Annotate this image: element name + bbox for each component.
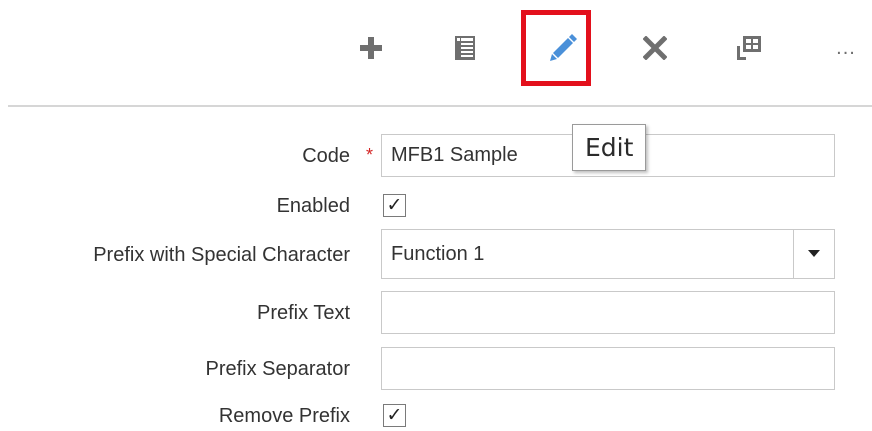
pencil-icon [550, 34, 577, 61]
prefix-separator-label: Prefix Separator [205, 358, 350, 380]
more-actions-button[interactable]: ... [816, 18, 872, 78]
ellipsis-icon: ... [836, 36, 856, 59]
enabled-checkbox[interactable]: ✓ [383, 194, 406, 217]
page: ... Code * Enabled ✓ Prefix with Special… [0, 0, 872, 431]
select-value: Function 1 [391, 243, 485, 265]
code-label: Code [302, 145, 350, 167]
view-details-button[interactable] [435, 18, 495, 78]
checkmark-icon: ✓ [386, 195, 403, 216]
checkmark-icon: ✓ [386, 405, 403, 426]
remove-prefix-label: Remove Prefix [218, 405, 350, 427]
prefix-special-char-label: Prefix with Special Character [93, 244, 350, 266]
select-divider [793, 230, 794, 278]
enabled-label: Enabled [276, 195, 350, 217]
prefix-separator-input[interactable] [381, 347, 835, 390]
details-list-icon [455, 36, 475, 60]
edit-button[interactable] [533, 18, 593, 78]
freeze-button[interactable] [719, 18, 779, 78]
caret-down-icon[interactable] [808, 250, 820, 258]
edit-tooltip: Edit [572, 124, 647, 171]
plus-icon [360, 37, 382, 59]
prefix-text-label: Prefix Text [257, 302, 350, 324]
prefix-special-char-select[interactable]: Function 1 [381, 229, 835, 279]
required-marker: * [366, 145, 374, 165]
toolbar-divider [8, 105, 872, 107]
prefix-text-input[interactable] [381, 291, 835, 334]
close-x-icon [643, 36, 667, 60]
toolbar: ... [0, 0, 872, 100]
freeze-table-icon [737, 36, 761, 60]
add-button[interactable] [341, 18, 401, 78]
delete-button[interactable] [625, 18, 685, 78]
remove-prefix-checkbox[interactable]: ✓ [383, 404, 406, 427]
